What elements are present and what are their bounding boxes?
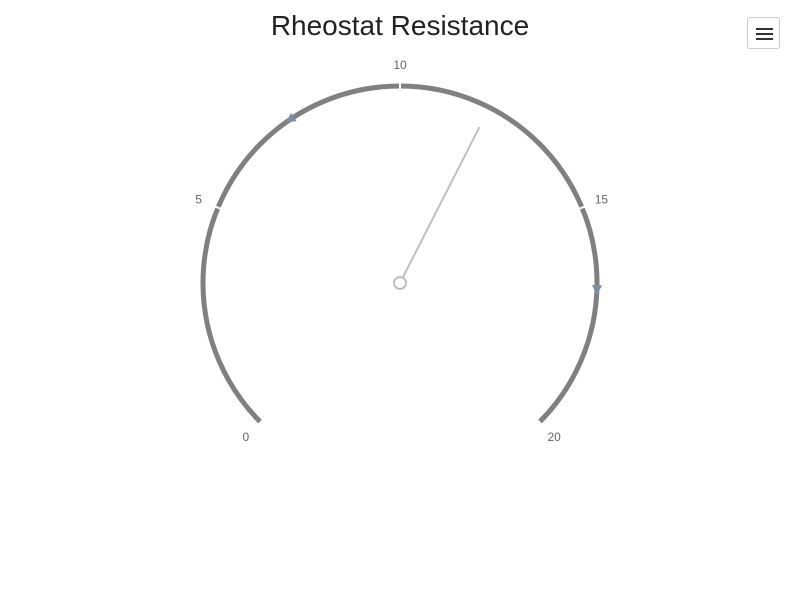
range-markers [285,112,603,296]
gauge-needle [401,126,481,279]
needle-pivot [393,276,407,290]
tick-labels: 0 5 10 15 20 [195,58,608,444]
gauge-chart: Rheostat Resistance 0 5 10 15 20 [0,0,800,600]
gauge-svg: 0 5 10 15 20 [195,58,608,444]
tick-label: 0 [243,430,250,444]
tick-label: 15 [595,193,609,207]
tick-label: 5 [195,193,202,207]
tick-label: 20 [547,430,561,444]
tick-label: 10 [393,58,407,72]
range-marker [592,285,603,296]
gauge-arc [200,83,600,425]
